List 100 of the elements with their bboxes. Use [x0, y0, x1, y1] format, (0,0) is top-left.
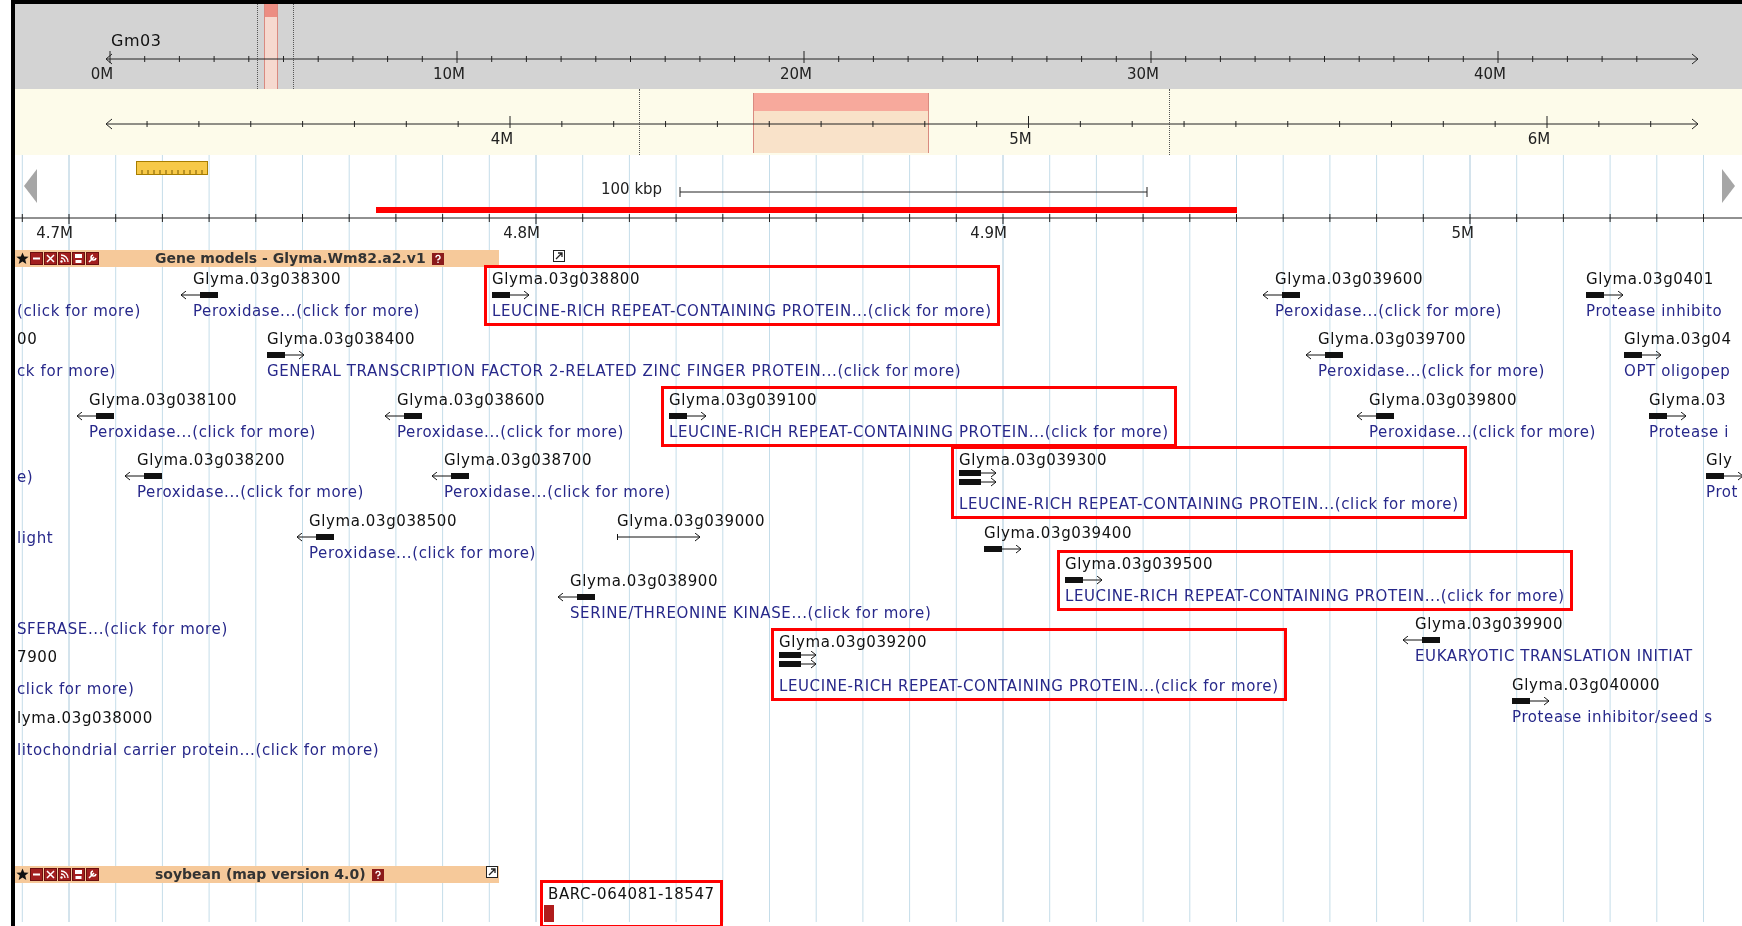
feature-name[interactable]: Glyma.03g04	[1624, 330, 1732, 348]
save-icon[interactable]	[72, 868, 85, 881]
forward-gene-glyph[interactable]	[669, 412, 707, 422]
feature-name[interactable]: Glyma.03g039700	[1318, 330, 1546, 348]
feature-name[interactable]: lyma.03g038000	[17, 709, 380, 727]
feature-name[interactable]: BARC-064081-18547	[548, 885, 715, 903]
feature-description[interactable]: Prot	[1706, 483, 1742, 501]
forward-gene-glyph[interactable]	[779, 651, 817, 669]
star-icon[interactable]	[16, 252, 29, 265]
feature-description[interactable]: Peroxidase...(click for more)	[193, 302, 421, 320]
reverse-gene-glyph[interactable]	[180, 291, 218, 301]
feature-description[interactable]: SFERASE...(click for more)	[17, 620, 228, 638]
reverse-gene-glyph[interactable]	[557, 593, 595, 603]
feature-description[interactable]: Peroxidase...(click for more)	[1275, 302, 1503, 320]
ruler-label: 4.9M	[969, 223, 1007, 244]
forward-gene-glyph[interactable]	[959, 469, 997, 487]
feature-name[interactable]: Glyma.03g038500	[309, 512, 537, 530]
feature-description[interactable]: Peroxidase...(click for more)	[397, 423, 625, 441]
reverse-gene-glyph[interactable]	[1262, 291, 1300, 301]
forward-gene-glyph[interactable]	[1065, 576, 1103, 586]
feature-description[interactable]: Protease i	[1649, 423, 1730, 441]
feature-description[interactable]: GENERAL TRANSCRIPTION FACTOR 2-RELATED ZINC FINGER PROTEIN...(click for more)	[267, 362, 962, 380]
feature-name[interactable]: 00	[17, 330, 116, 348]
feature-description[interactable]: Peroxidase...(click for more)	[1369, 423, 1597, 441]
feature-description[interactable]: ck for more)	[17, 362, 116, 380]
feature-description[interactable]: EUKARYOTIC TRANSLATION INITIAT	[1415, 647, 1693, 665]
feature-description[interactable]: (click for more)	[17, 302, 141, 320]
close-icon[interactable]	[44, 252, 57, 265]
forward-gene-glyph[interactable]	[1512, 697, 1550, 707]
feature-description[interactable]: Protease inhibitor/seed s	[1512, 708, 1713, 726]
feature-description[interactable]: LEUCINE-RICH REPEAT-CONTAINING PROTEIN...(click for more)	[1065, 587, 1565, 605]
help-icon[interactable]	[431, 252, 444, 265]
reverse-gene-glyph[interactable]	[296, 533, 334, 543]
popout-icon[interactable]	[553, 250, 565, 262]
forward-gene-glyph[interactable]	[492, 291, 530, 301]
feature-name[interactable]: Glyma.03g038700	[444, 451, 672, 469]
feature-description[interactable]: OPT oligopep	[1624, 362, 1732, 380]
feed-icon[interactable]	[58, 868, 71, 881]
feature-name[interactable]: Glyma.03g040000	[1512, 676, 1713, 694]
feature-name[interactable]: Glyma.03g039600	[1275, 270, 1503, 288]
feature-name[interactable]: Glyma.03g039400	[984, 524, 1133, 542]
feature-name[interactable]: Glyma.03g038800	[492, 270, 992, 288]
feature-name[interactable]: 7900	[17, 648, 135, 666]
feature-description[interactable]: Protease inhibito	[1586, 302, 1723, 320]
feature-description[interactable]: Peroxidase...(click for more)	[137, 483, 365, 501]
feature-description[interactable]: litochondrial carrier protein...(click for more)	[17, 741, 380, 759]
feature-name[interactable]: Glyma.03g038400	[267, 330, 962, 348]
feature-name[interactable]: Glyma.03g038900	[570, 572, 932, 590]
feature-description[interactable]: Peroxidase...(click for more)	[1318, 362, 1546, 380]
wrench-icon[interactable]	[86, 868, 99, 881]
feature-description[interactable]: SERINE/THREONINE KINASE...(click for more)	[570, 604, 932, 622]
feature-description[interactable]: light	[17, 529, 54, 547]
feature-name[interactable]: Glyma.03g039800	[1369, 391, 1597, 409]
forward-gene-glyph[interactable]	[267, 351, 305, 361]
feature-description[interactable]: LEUCINE-RICH REPEAT-CONTAINING PROTEIN...(click for more)	[492, 302, 992, 320]
forward-gene-glyph[interactable]	[1706, 472, 1742, 482]
ruler-label: 4.8M	[502, 223, 540, 244]
save-icon[interactable]	[72, 252, 85, 265]
feature-name[interactable]: Glyma.03g039200	[779, 633, 1279, 651]
forward-gene-glyph[interactable]	[1649, 412, 1687, 422]
minimize-icon[interactable]	[30, 252, 43, 265]
forward-gene-glyph[interactable]	[1624, 351, 1662, 361]
feature-name[interactable]: Glyma.03g039000	[617, 512, 766, 530]
feature-name[interactable]: Glyma.03g039900	[1415, 615, 1693, 633]
feature-description[interactable]: LEUCINE-RICH REPEAT-CONTAINING PROTEIN...(click for more)	[669, 423, 1169, 441]
forward-gene-glyph[interactable]	[1586, 291, 1624, 301]
reverse-gene-glyph[interactable]	[1402, 636, 1440, 646]
feature-name[interactable]: Glyma.03g038600	[397, 391, 625, 409]
reverse-gene-glyph[interactable]	[124, 472, 162, 482]
forward-gene-glyph[interactable]	[984, 545, 1022, 555]
feature-name[interactable]: Glyma.03g039500	[1065, 555, 1565, 573]
feature-description[interactable]: click for more)	[17, 680, 135, 698]
star-icon[interactable]	[16, 868, 29, 881]
feature-description[interactable]: LEUCINE-RICH REPEAT-CONTAINING PROTEIN...(click for more)	[779, 677, 1279, 695]
axis-label: 20M	[779, 64, 813, 85]
help-icon[interactable]	[371, 868, 384, 881]
feature-name[interactable]: Glyma.03	[1649, 391, 1730, 409]
feature-description[interactable]: Peroxidase...(click for more)	[309, 544, 537, 562]
reverse-gene-glyph[interactable]	[431, 472, 469, 482]
feature-name[interactable]: Gly	[1706, 451, 1742, 469]
close-icon[interactable]	[44, 868, 57, 881]
reverse-gene-glyph[interactable]	[1305, 351, 1343, 361]
feature-description[interactable]: e)	[17, 468, 34, 486]
feature-name[interactable]: Glyma.03g038300	[193, 270, 421, 288]
feature-description[interactable]: LEUCINE-RICH REPEAT-CONTAINING PROTEIN...(click for more)	[959, 495, 1459, 513]
popout-icon[interactable]	[486, 866, 498, 878]
feature-name[interactable]: Glyma.03g039300	[959, 451, 1459, 469]
reverse-gene-glyph[interactable]	[76, 412, 114, 422]
feature-name[interactable]: Glyma.03g038100	[89, 391, 317, 409]
reverse-gene-glyph[interactable]	[384, 412, 422, 422]
feature-description[interactable]: Peroxidase...(click for more)	[89, 423, 317, 441]
feature-name[interactable]: Glyma.03g0401	[1586, 270, 1723, 288]
feature-name[interactable]: Glyma.03g038200	[137, 451, 365, 469]
feature-description[interactable]: Peroxidase...(click for more)	[444, 483, 672, 501]
feature-name[interactable]: Glyma.03g039100	[669, 391, 1169, 409]
feed-icon[interactable]	[58, 252, 71, 265]
minimize-icon[interactable]	[30, 868, 43, 881]
wrench-icon[interactable]	[86, 252, 99, 265]
marker-glyph[interactable]	[544, 905, 554, 922]
reverse-gene-glyph[interactable]	[1356, 412, 1394, 422]
